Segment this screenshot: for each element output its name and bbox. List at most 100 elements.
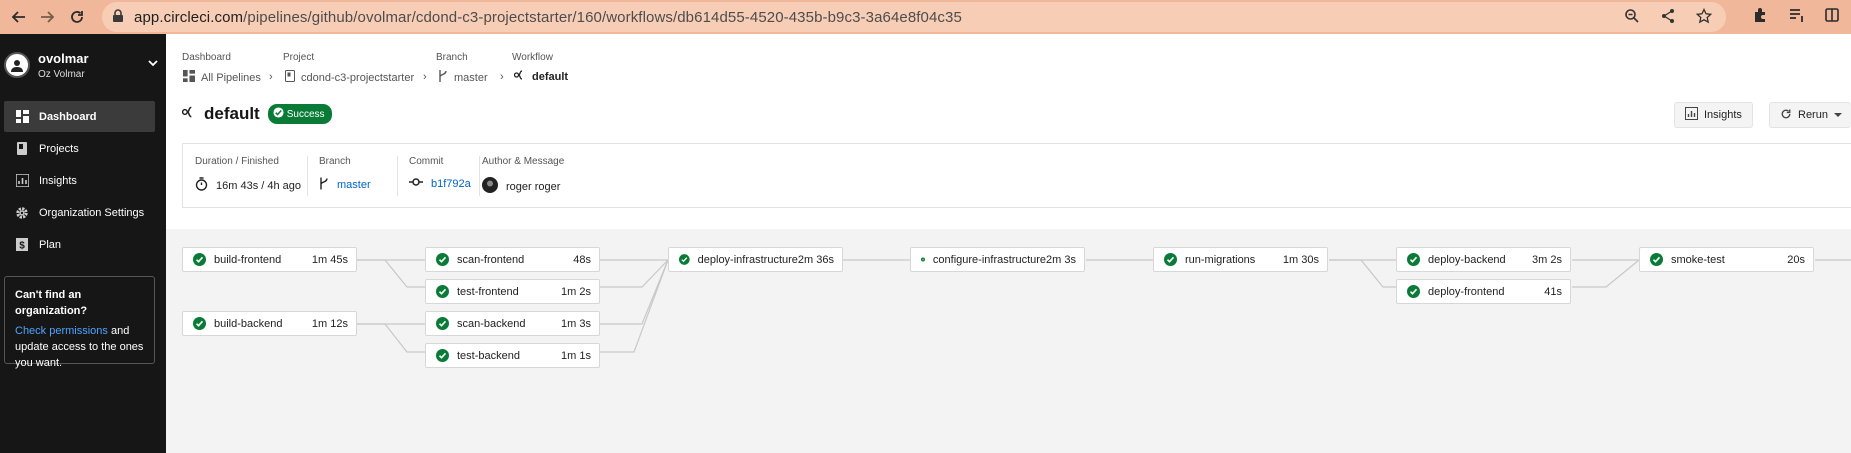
help-card: Can't find an organization? Check permis…	[4, 276, 155, 369]
breadcrumb-text: cdond-c3-projectstarter	[301, 71, 415, 84]
commit-link[interactable]: b1f792a	[431, 178, 471, 190]
job-deploy-frontend[interactable]: deploy-frontend 41s	[1396, 279, 1571, 304]
job-duration: 41s	[1544, 285, 1562, 298]
help-title: Can't find an organization?	[15, 289, 88, 317]
chart-icon	[1685, 107, 1698, 123]
check-circle-icon	[1407, 285, 1420, 298]
job-test-backend[interactable]: test-backend 1m 1s	[425, 343, 600, 368]
job-name: deploy-infrastructure	[697, 253, 798, 266]
meta-label: Duration / Finished	[195, 156, 279, 167]
sidebar: ovolmar Oz Volmar Dashboard Projects Ins…	[0, 34, 166, 453]
job-name: test-backend	[457, 349, 520, 362]
breadcrumb-workflow[interactable]: default	[513, 70, 569, 83]
stopwatch-icon	[195, 177, 208, 194]
extensions-puzzle-icon[interactable]	[1752, 7, 1768, 28]
split-view-icon[interactable]	[1824, 7, 1840, 28]
job-test-frontend[interactable]: test-frontend 1m 2s	[425, 279, 600, 304]
job-name: scan-backend	[457, 317, 526, 330]
breadcrumb-branch[interactable]: master	[438, 70, 488, 85]
job-build-frontend[interactable]: build-frontend 1m 45s	[182, 247, 357, 272]
sidebar-item-label: Organization Settings	[39, 206, 145, 219]
dashboard-icon	[183, 70, 195, 85]
svg-text:$: $	[19, 241, 25, 252]
sidebar-item-insights[interactable]: Insights	[4, 165, 155, 196]
reload-icon[interactable]	[66, 6, 88, 28]
workflow-icon	[513, 70, 526, 83]
job-scan-frontend[interactable]: scan-frontend 48s	[425, 247, 600, 272]
share-icon[interactable]	[1660, 8, 1676, 29]
duration-value: 16m 43s / 4h ago	[216, 179, 302, 192]
chevron-right-icon: ›	[423, 71, 427, 83]
page-title: default	[204, 104, 260, 123]
gear-icon	[15, 206, 29, 220]
breadcrumb-project[interactable]: cdond-c3-projectstarter	[285, 70, 414, 85]
sidebar-item-label: Insights	[39, 174, 77, 187]
chart-icon	[15, 174, 29, 188]
branch-icon	[319, 177, 329, 193]
check-circle-icon	[436, 317, 449, 330]
check-circle-icon	[436, 349, 449, 362]
job-deploy-backend[interactable]: deploy-backend 3m 2s	[1396, 247, 1571, 272]
sidebar-item-dashboard[interactable]: Dashboard	[4, 101, 155, 132]
job-smoke-test[interactable]: smoke-test 20s	[1639, 247, 1814, 272]
job-duration: 1m 45s	[311, 253, 348, 266]
workflow-title-row: default Success	[181, 104, 332, 124]
breadcrumb-text: master	[454, 71, 488, 84]
status-badge: Success	[267, 104, 332, 124]
breadcrumb-text: default	[532, 70, 569, 83]
meta-label: Author & Message	[482, 156, 565, 167]
workflow-meta-panel: Duration / Finished 16m 43s / 4h ago Bra…	[182, 143, 1851, 208]
lock-icon[interactable]	[112, 9, 124, 28]
zoom-icon[interactable]	[1624, 8, 1640, 29]
branch-link[interactable]: master	[337, 179, 371, 191]
job-run-migrations[interactable]: run-migrations 1m 30s	[1153, 247, 1328, 272]
org-name: ovolmar	[38, 50, 89, 66]
workflow-graph: build-frontend 1m 45s build-backend 1m 1…	[166, 229, 1851, 453]
author-avatar	[482, 177, 498, 196]
job-configure-infrastructure[interactable]: configure-infrastructure 2m 3s	[910, 247, 1085, 272]
rerun-button[interactable]: Rerun	[1769, 102, 1851, 128]
bookmark-star-icon[interactable]	[1695, 7, 1713, 29]
check-circle-icon	[436, 253, 449, 266]
job-duration: 2m 3s	[1046, 253, 1076, 266]
dashboard-icon	[15, 110, 29, 124]
back-arrow-icon[interactable]	[8, 6, 30, 28]
job-scan-backend[interactable]: scan-backend 1m 3s	[425, 311, 600, 336]
meta-commit: Commit b1f792a	[409, 156, 471, 190]
job-build-backend[interactable]: build-backend 1m 12s	[182, 311, 357, 336]
rerun-button-label: Rerun	[1798, 109, 1828, 121]
sidebar-item-projects[interactable]: Projects	[4, 133, 155, 164]
check-permissions-link[interactable]: Check permissions	[15, 325, 108, 337]
meta-value: roger roger	[482, 177, 564, 196]
check-circle-icon	[1407, 253, 1420, 266]
job-duration: 1m 30s	[1282, 253, 1319, 266]
sidebar-item-organization-settings[interactable]: Organization Settings	[4, 197, 155, 228]
insights-button[interactable]: Insights	[1674, 102, 1753, 128]
check-circle-icon	[1650, 253, 1663, 266]
meta-label: Commit	[409, 156, 444, 167]
chevron-down-icon[interactable]	[148, 58, 158, 70]
check-circle-icon	[193, 253, 206, 266]
breadcrumb-label-dashboard: Dashboard	[182, 52, 231, 63]
sidebar-item-plan[interactable]: $ Plan	[4, 229, 155, 260]
breadcrumb-all-pipelines[interactable]: All Pipelines	[183, 70, 261, 85]
dollar-icon: $	[15, 238, 29, 252]
user-name: Oz Volmar	[38, 68, 85, 80]
job-name: test-frontend	[457, 285, 519, 298]
insights-button-label: Insights	[1704, 109, 1742, 121]
check-circle-icon	[1164, 253, 1177, 266]
reading-list-icon[interactable]	[1788, 7, 1804, 28]
forward-arrow-icon[interactable]	[36, 6, 58, 28]
org-switcher[interactable]: ovolmar Oz Volmar	[4, 44, 162, 86]
check-circle-icon	[921, 257, 925, 262]
refresh-icon	[1780, 108, 1792, 123]
meta-duration: Duration / Finished 16m 43s / 4h ago	[195, 156, 301, 194]
address-bar[interactable]: app.circleci.com/pipelines/github/ovolma…	[102, 2, 1726, 32]
chevron-right-icon: ›	[500, 71, 504, 83]
divider	[397, 156, 398, 196]
breadcrumb-label-branch: Branch	[436, 52, 468, 63]
job-deploy-infrastructure[interactable]: deploy-infrastructure 2m 36s	[668, 247, 843, 272]
job-name: run-migrations	[1185, 253, 1256, 266]
url-host: app.circleci.com	[134, 8, 244, 26]
sidebar-item-label: Dashboard	[39, 110, 97, 123]
